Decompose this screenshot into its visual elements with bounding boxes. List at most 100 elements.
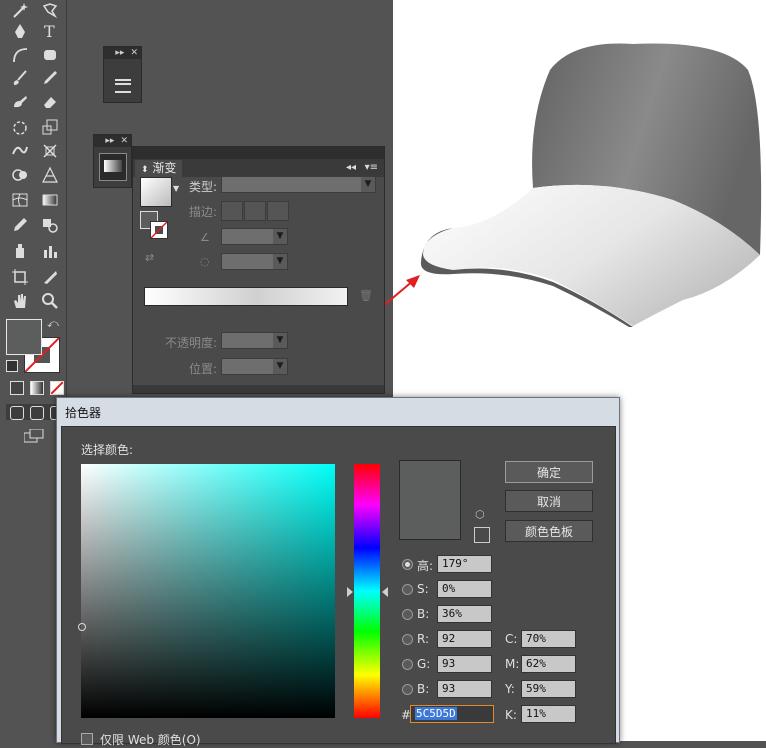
- screen-mode-icon[interactable]: [23, 428, 44, 443]
- rotate-icon[interactable]: [8, 116, 32, 138]
- hue-slider[interactable]: [354, 464, 380, 718]
- symbol-sprayer-icon[interactable]: [8, 240, 32, 262]
- cancel-button[interactable]: 取消: [505, 490, 593, 512]
- scale-icon[interactable]: [38, 116, 62, 138]
- chevron-down-icon: ▼: [273, 333, 287, 348]
- gradient-preview-swatch[interactable]: [140, 177, 172, 207]
- free-transform-icon[interactable]: [38, 140, 62, 162]
- saturation-input[interactable]: 0%: [437, 580, 492, 598]
- expand-icon[interactable]: ▸▸: [105, 136, 114, 146]
- chevron-down-icon: ▼: [273, 254, 287, 269]
- type-label: 类型:: [189, 180, 218, 194]
- color-swatches-button[interactable]: 颜色色板: [505, 520, 593, 542]
- pencil-icon[interactable]: [38, 67, 62, 89]
- hue-slider-right-handle[interactable]: [382, 587, 388, 597]
- default-colors-icon[interactable]: [6, 360, 18, 372]
- chevron-down-icon: ▼: [361, 177, 375, 192]
- stroke-icon[interactable]: [150, 221, 168, 239]
- magenta-input[interactable]: 62%: [521, 655, 576, 673]
- warp-icon[interactable]: [8, 140, 32, 162]
- aspect-ratio-icon: ◌: [200, 255, 210, 268]
- hand-icon[interactable]: [8, 290, 32, 312]
- stroke-gradient-across-icon[interactable]: [267, 201, 289, 221]
- eyedropper-icon[interactable]: [8, 214, 32, 236]
- artboard-icon[interactable]: [8, 266, 32, 288]
- close-icon[interactable]: ✕: [120, 136, 128, 146]
- angle-icon: ∠: [200, 231, 210, 244]
- opacity-field[interactable]: ▼: [221, 332, 288, 349]
- web-safe-swatch-icon[interactable]: [474, 527, 490, 543]
- angle-field[interactable]: ▼: [221, 228, 288, 245]
- web-only-checkbox[interactable]: [81, 733, 93, 745]
- ok-button[interactable]: 确定: [505, 461, 593, 483]
- perspective-grid-icon[interactable]: [38, 164, 62, 186]
- type-icon[interactable]: T: [38, 20, 62, 42]
- arc-icon[interactable]: [8, 44, 32, 66]
- tab-gradient-label: 渐变: [152, 161, 177, 175]
- black-input[interactable]: 11%: [521, 705, 576, 723]
- gradient-panel-header: [133, 147, 384, 159]
- eraser-icon[interactable]: [38, 91, 62, 113]
- location-field[interactable]: ▼: [221, 358, 288, 375]
- mesh-icon[interactable]: [8, 189, 32, 211]
- aspect-ratio-field[interactable]: ▼: [221, 253, 288, 270]
- paintbrush-icon[interactable]: [8, 67, 32, 89]
- gradient-tool-icon[interactable]: [38, 189, 62, 211]
- radio-red[interactable]: [402, 634, 413, 645]
- gradient-panel-icon[interactable]: [99, 153, 127, 181]
- out-of-gamut-cube-icon[interactable]: ⬡: [475, 508, 485, 521]
- blend-icon[interactable]: [38, 214, 62, 236]
- radio-brightness[interactable]: [402, 609, 413, 620]
- blob-brush-icon[interactable]: [8, 91, 32, 113]
- reverse-gradient-icon[interactable]: ⇄: [145, 251, 154, 264]
- radio-green[interactable]: [402, 659, 413, 670]
- magic-wand-icon[interactable]: [8, 0, 32, 22]
- stroke-gradient-along-icon[interactable]: [244, 201, 266, 221]
- hex-input[interactable]: 5C5D5D: [410, 705, 494, 723]
- hue-input[interactable]: 179°: [437, 555, 492, 573]
- saturation-label: S:: [417, 582, 429, 596]
- trash-icon[interactable]: 🗑: [359, 289, 373, 302]
- chevron-down-icon[interactable]: ▼: [173, 184, 179, 193]
- gradient-mode-icon[interactable]: [30, 381, 44, 395]
- gradient-slider-bar[interactable]: [144, 287, 348, 306]
- collapse-icon[interactable]: ◂◂: [346, 162, 356, 173]
- gradient-panel-tabbar: ⬍ 渐变 ◂◂ ▾≡: [133, 159, 384, 177]
- shape-builder-icon[interactable]: [8, 164, 32, 186]
- hue-label: 高:: [417, 559, 434, 573]
- color-field[interactable]: [78, 464, 335, 718]
- color-field-cursor[interactable]: [78, 623, 86, 631]
- rounded-rectangle-icon[interactable]: [38, 44, 62, 66]
- brightness-input[interactable]: 36%: [437, 605, 492, 623]
- type-select[interactable]: ▼: [221, 176, 376, 193]
- draw-behind-icon[interactable]: [30, 406, 44, 420]
- swap-fill-stroke-icon[interactable]: ⤺: [47, 317, 59, 331]
- hue-slider-left-handle[interactable]: [347, 587, 353, 597]
- yellow-input[interactable]: 59%: [521, 680, 576, 698]
- mini-panel-header: ▸▸ ✕: [104, 47, 141, 59]
- color-mode-icon[interactable]: [10, 381, 24, 395]
- blue-input[interactable]: 93: [437, 680, 492, 698]
- hamburger-middle-line: [115, 83, 131, 85]
- stroke-gradient-within-icon[interactable]: [221, 201, 243, 221]
- green-input[interactable]: 93: [437, 655, 492, 673]
- tab-gradient[interactable]: ⬍ 渐变: [135, 160, 183, 177]
- expand-icon[interactable]: ▸▸: [115, 48, 124, 58]
- pen-icon[interactable]: [8, 20, 32, 42]
- zoom-icon[interactable]: [38, 290, 62, 312]
- red-input[interactable]: 92: [437, 630, 492, 648]
- none-mode-icon[interactable]: [50, 381, 64, 395]
- slice-icon[interactable]: [38, 266, 62, 288]
- hamburger-icon[interactable]: [115, 79, 131, 93]
- draw-normal-icon[interactable]: [10, 406, 24, 420]
- column-graph-icon[interactable]: [38, 240, 62, 262]
- panel-resize-bar[interactable]: [133, 385, 384, 393]
- cyan-input[interactable]: 70%: [521, 630, 576, 648]
- collapsed-panel-gradient: ▸▸ ✕: [93, 134, 132, 188]
- panel-menu-icon[interactable]: ▾≡: [365, 162, 378, 173]
- radio-saturation[interactable]: [402, 584, 413, 595]
- lasso-icon[interactable]: [38, 0, 62, 22]
- radio-hue[interactable]: [402, 559, 413, 570]
- radio-blue[interactable]: [402, 684, 413, 695]
- close-icon[interactable]: ✕: [130, 48, 138, 58]
